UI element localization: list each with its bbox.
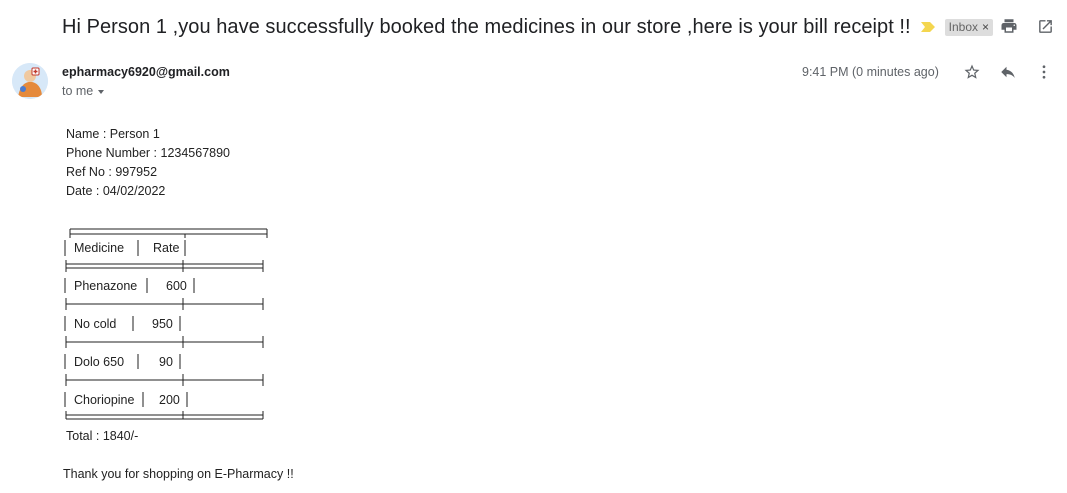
bill-table: Medicine Rate Phenazone 600 No cold 950 … <box>63 226 273 422</box>
thread-actions <box>999 16 1055 36</box>
row-2-rate: 950 <box>152 317 173 331</box>
bill-total: Total : 1840/- <box>66 429 139 443</box>
header-rate: Rate <box>153 241 180 255</box>
print-icon <box>1001 19 1017 33</box>
customer-name: Name : Person 1 <box>66 127 160 141</box>
bill-date: Date : 04/02/2022 <box>66 184 166 198</box>
email-subject: Hi Person 1 ,you have successfully booke… <box>62 15 911 38</box>
star-icon <box>964 64 980 79</box>
row-1-rate: 600 <box>166 279 187 293</box>
sender-avatar[interactable] <box>12 63 48 99</box>
row-4-medicine: Choriopine <box>74 393 135 407</box>
reply-button[interactable] <box>998 62 1018 82</box>
row-1-medicine: Phenazone <box>74 279 138 293</box>
row-3-rate: 90 <box>159 355 173 369</box>
star-button[interactable] <box>962 62 982 82</box>
reference-number: Ref No : 997952 <box>66 165 158 179</box>
row-3-medicine: Dolo 650 <box>74 355 125 369</box>
subject-row: Hi Person 1 ,you have successfully booke… <box>62 12 1053 42</box>
print-all-button[interactable] <box>999 16 1019 36</box>
importance-marker-icon[interactable] <box>920 22 935 32</box>
caret-down-icon <box>98 90 105 94</box>
reply-icon <box>1001 66 1015 78</box>
sender-email[interactable]: epharmacy6920@gmail.com <box>62 65 230 79</box>
remove-label-icon[interactable]: × <box>982 20 989 34</box>
thank-you-message: Thank you for shopping on E-Pharmacy !! <box>63 467 294 481</box>
inbox-label-text: Inbox <box>948 20 979 34</box>
open-new-window-button[interactable] <box>1035 16 1055 36</box>
row-2-medicine: No cold <box>74 317 117 331</box>
inbox-label-chip[interactable]: Inbox × <box>944 18 994 36</box>
phone-number: Phone Number : 1234567890 <box>66 146 231 160</box>
recipient-details-toggle[interactable]: to me <box>62 84 105 98</box>
avatar-icon <box>12 63 48 99</box>
more-vert-icon <box>1042 65 1046 79</box>
message-actions <box>962 62 1054 82</box>
row-4-rate: 200 <box>159 393 180 407</box>
bill-details: Name : Person 1 Phone Number : 123456789… <box>66 125 230 201</box>
recipient-label: to me <box>62 84 94 98</box>
more-options-button[interactable] <box>1034 62 1054 82</box>
header-medicine: Medicine <box>74 241 125 255</box>
open-new-window-icon <box>1038 19 1052 33</box>
message-timestamp: 9:41 PM (0 minutes ago) <box>802 65 939 79</box>
